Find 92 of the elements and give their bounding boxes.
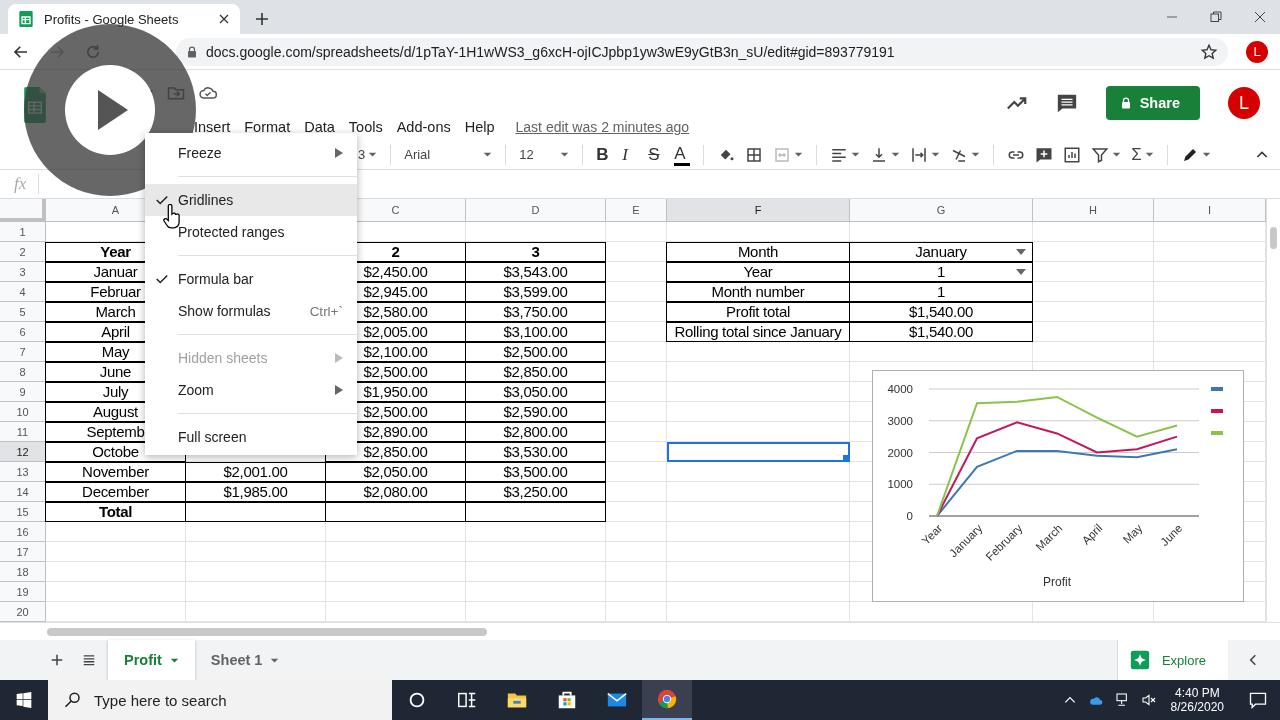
menu-item[interactable]: Data	[297, 117, 342, 137]
axis-label: Year	[919, 521, 945, 547]
table-cell: Total	[46, 502, 186, 522]
column-header[interactable]: F	[667, 199, 850, 222]
dropdown-field[interactable]: January	[850, 242, 1033, 262]
table-cell: Year	[667, 262, 850, 282]
menu-item[interactable]: Tools	[341, 117, 390, 137]
row-header[interactable]: 3	[0, 262, 46, 282]
text-color-button[interactable]: A	[674, 143, 691, 166]
column-header[interactable]: H	[1033, 199, 1154, 222]
row-header[interactable]: 5	[0, 302, 46, 322]
axis-label: 2000	[887, 446, 913, 459]
sheet-tab[interactable]: Sheet 1	[194, 640, 296, 680]
table-cell: Rolling total since January	[667, 322, 850, 342]
table-cell: 3	[466, 242, 606, 262]
row-header[interactable]: 2	[0, 242, 46, 262]
axis-label: May	[1120, 521, 1145, 546]
axis-title: Profit	[1043, 575, 1071, 589]
table-cell: December	[46, 482, 186, 502]
bold-button[interactable]: B	[596, 143, 613, 166]
table-cell: Month number	[667, 282, 850, 302]
table-cell: $3,543.00	[466, 262, 606, 282]
table-cell: $2,850.00	[466, 362, 606, 382]
row-header[interactable]: 6	[0, 322, 46, 342]
menu-item[interactable]: Help	[457, 117, 502, 137]
row-header[interactable]: 7	[0, 342, 46, 362]
table-cell: $3,050.00	[466, 382, 606, 402]
avatar[interactable]: L	[1246, 40, 1268, 63]
clock-date: 8/26/2020	[1170, 700, 1224, 714]
italic-button[interactable]: I	[622, 143, 639, 166]
table-cell: Profit total	[667, 302, 850, 322]
column-header[interactable]: G	[850, 199, 1033, 222]
menu-item[interactable]: Gridlines	[145, 184, 357, 216]
row-header[interactable]: 1	[0, 222, 46, 242]
row-header[interactable]: 19	[0, 582, 46, 602]
table-cell: $3,599.00	[466, 282, 606, 302]
formula-label: fx	[14, 174, 27, 194]
avatar[interactable]: L	[1228, 87, 1260, 119]
column-header[interactable]: I	[1154, 199, 1266, 222]
menu-item[interactable]: Freeze	[145, 137, 357, 169]
table-cell: 1	[850, 282, 1033, 302]
row-header[interactable]: 14	[0, 482, 46, 502]
table-cell: $2,590.00	[466, 402, 606, 422]
last-edit-link[interactable]: Last edit was 2 minutes ago	[515, 119, 690, 135]
dropdown-field[interactable]: 1	[850, 262, 1033, 282]
row-header[interactable]: 16	[0, 522, 46, 542]
row-header[interactable]: 17	[0, 542, 46, 562]
table-cell: $1,540.00	[850, 302, 1033, 322]
table-cell: $2,500.00	[466, 342, 606, 362]
table-cell: $2,050.00	[326, 462, 466, 482]
number-format-button[interactable]: 3	[358, 143, 378, 166]
row-header[interactable]: 18	[0, 562, 46, 582]
sheet-tab[interactable]: Profit	[108, 640, 195, 680]
table-cell: $3,100.00	[466, 322, 606, 342]
browser-tab[interactable]: Profits - Google Sheets	[8, 4, 240, 34]
address-field[interactable]: docs.google.com/spreadsheets/d/1pTaY-1H1wWS3_g6xcH-ojICJpbp1yw3wE9yGtB3n_sU/edit#gid=893779191	[176, 37, 1228, 66]
menu-item[interactable]: Format	[237, 117, 298, 137]
strikethrough-button[interactable]: S	[648, 143, 665, 166]
table-cell: $3,530.00	[466, 442, 606, 462]
row-header[interactable]: 20	[0, 602, 46, 622]
row-header[interactable]: 4	[0, 282, 46, 302]
table-cell: $3,250.00	[466, 482, 606, 502]
row-header[interactable]: 12	[0, 442, 46, 462]
row-header[interactable]: 11	[0, 422, 46, 442]
axis-label: 3000	[887, 414, 913, 427]
axis-label: 1000	[887, 478, 913, 491]
row-header[interactable]: 9	[0, 382, 46, 402]
column-header[interactable]: E	[606, 199, 667, 222]
explore-button[interactable]: Explore	[1116, 640, 1228, 680]
axis-label: 4000	[887, 383, 913, 395]
table-cell: $3,500.00	[466, 462, 606, 482]
table-cell: November	[46, 462, 186, 482]
clock-time: 4:40 PM	[1174, 686, 1220, 700]
font-dropdown[interactable]: Arial	[404, 143, 493, 166]
axis-label: 0	[906, 510, 913, 522]
row-header[interactable]: 13	[0, 462, 46, 482]
functions-button[interactable]: Σ	[1131, 143, 1154, 166]
share-button[interactable]: Share	[1105, 86, 1200, 120]
row-header[interactable]: 15	[0, 502, 46, 522]
table-cell: $2,080.00	[326, 482, 466, 502]
font-size-dropdown[interactable]: 12	[519, 143, 570, 166]
table-cell: $3,750.00	[466, 302, 606, 322]
table-cell: $2,001.00	[186, 462, 326, 482]
menu-item[interactable]: Add-ons	[389, 117, 458, 137]
search-field[interactable]: Type here to search	[48, 680, 392, 720]
row-header[interactable]: 10	[0, 402, 46, 422]
table-cell: $1,540.00	[850, 322, 1033, 342]
row-header[interactable]: 8	[0, 362, 46, 382]
table-cell: $2,800.00	[466, 422, 606, 442]
column-header[interactable]: D	[466, 199, 606, 222]
table-cell: $1,985.00	[186, 482, 326, 502]
table-cell: Month	[667, 242, 850, 262]
